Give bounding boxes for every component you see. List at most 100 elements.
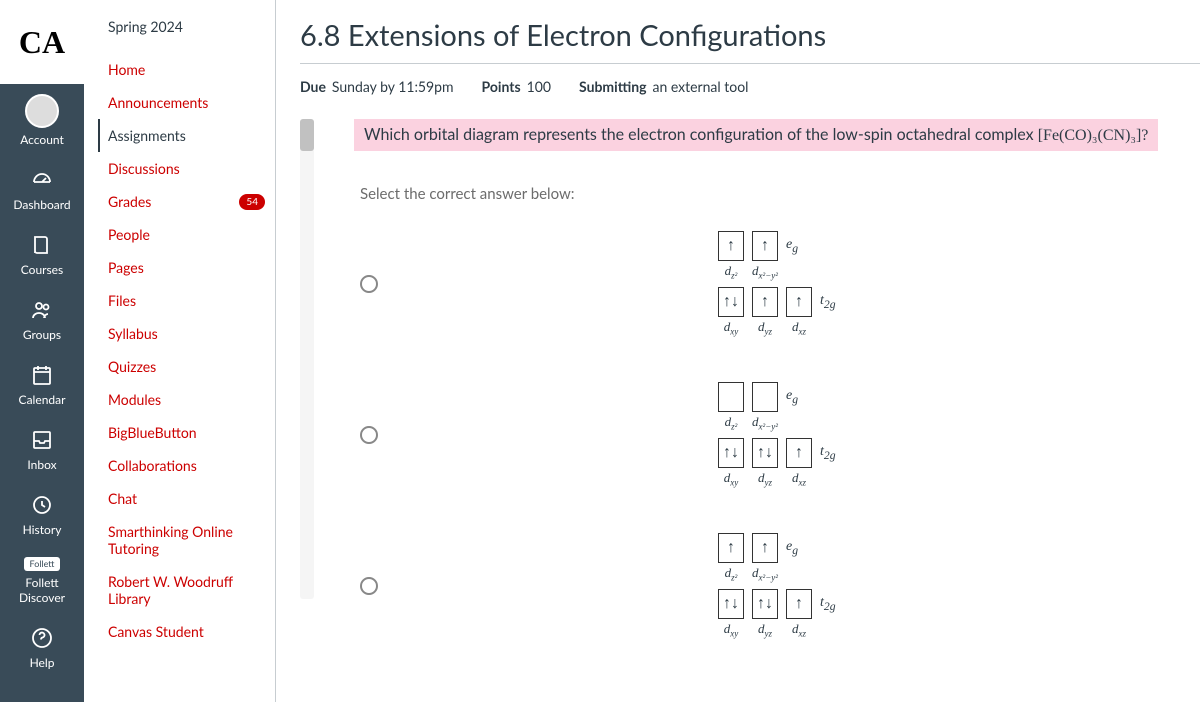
due-label: Due [300,78,326,95]
institution-logo[interactable]: CA [0,0,84,84]
orbital-box: ↑ [786,589,812,619]
eg-label: eg [786,388,798,406]
nav-help[interactable]: Help [0,615,84,680]
points-value: 100 [527,78,551,95]
nav-dashboard[interactable]: Dashboard [0,157,84,222]
nav-label: Calendar [19,392,66,407]
nav-label: Account [20,132,64,147]
nav-label: Help [30,655,55,670]
nav-groups[interactable]: Groups [0,287,84,352]
course-nav-pages[interactable]: Pages [108,251,275,284]
nav-label: Courses [21,262,63,277]
calendar-icon [29,362,55,388]
course-nav-bbb[interactable]: BigBlueButton [108,416,275,449]
orbital-label: dz² [725,414,738,432]
nav-calendar[interactable]: Calendar [0,352,84,417]
tool-scrollbar[interactable] [300,119,314,599]
orbital-label: dxz [792,319,806,337]
orbital-label: dyz [758,621,772,639]
orbital-box: ↑ [718,533,744,563]
radio-button[interactable] [360,577,378,595]
orbital-label: dxy [724,621,739,639]
course-nav-syllabus[interactable]: Syllabus [108,317,275,350]
course-nav-chat[interactable]: Chat [108,482,275,515]
orbital-box: ↑↓ [718,589,744,619]
points-label: Points [482,78,521,95]
course-nav-library[interactable]: Robert W. Woodruff Library [108,565,275,615]
answer-option[interactable]: dz² dx²−y² eg ↑↓ dxy ↑↓ dyz ↑ dxz t2g [360,382,1200,487]
orbital-box: ↑↓ [752,438,778,468]
course-nav-discussions[interactable]: Discussions [108,152,275,185]
t2g-label: t2g [820,444,836,462]
help-icon [29,625,55,651]
orbital-box: ↑↓ [752,589,778,619]
divider [300,63,1200,64]
t2g-label: t2g [820,595,836,613]
history-icon [29,492,55,518]
follett-icon: Follett [24,557,60,571]
term-title: Spring 2024 [108,18,275,35]
eg-label: eg [786,539,798,557]
orbital-box: ↑ [752,287,778,317]
eg-label: eg [786,237,798,255]
nav-history[interactable]: History [0,482,84,547]
orbital-box: ↑ [786,438,812,468]
orbital-box: ↑ [752,533,778,563]
course-nav-collaborations[interactable]: Collaborations [108,449,275,482]
content: 6.8 Extensions of Electron Configuration… [276,0,1200,702]
orbital-label: dxz [792,470,806,488]
orbital-box: ↑ [718,231,744,261]
nav-label: Groups [23,327,61,342]
orbital-box: ↑↓ [718,438,744,468]
inbox-icon [29,427,55,453]
orbital-box: ↑ [752,231,778,261]
nav-label: Dashboard [13,197,70,212]
orbital-label: dx²−y² [752,414,778,432]
orbital-box [752,382,778,412]
course-nav-assignments[interactable]: Assignments [98,119,275,152]
course-nav-quizzes[interactable]: Quizzes [108,350,275,383]
course-nav-grades[interactable]: Grades54 [108,185,275,218]
question-text: Which orbital diagram represents the ele… [354,119,1158,151]
nav-label: Inbox [27,457,56,472]
orbital-diagram: ↑dz²↑dx²−y²eg↑↓dxy↑dyz↑dxzt2g [718,231,836,336]
answer-option[interactable]: ↑dz²↑dx²−y²eg↑↓dxy↑dyz↑dxzt2g [360,231,1200,336]
course-nav-smarthinking[interactable]: Smarthinking Online Tutoring [108,515,275,565]
orbital-label: dz² [725,565,738,583]
course-nav-canvas-student[interactable]: Canvas Student [108,615,275,648]
course-nav: Spring 2024 Home Announcements Assignmen… [84,0,276,702]
orbital-label: dx²−y² [752,263,778,281]
nav-courses[interactable]: Courses [0,222,84,287]
question-prompt: Select the correct answer below: [360,185,1200,203]
submitting-label: Submitting [579,78,646,95]
groups-icon [29,297,55,323]
nav-follett[interactable]: Follett Follett Discover [0,547,84,615]
question-formula: [Fe(CO)₃(CN)₃]? [1038,127,1149,144]
radio-button[interactable] [360,275,378,293]
orbital-label: dxy [724,470,739,488]
course-nav-modules[interactable]: Modules [108,383,275,416]
orbital-diagram: dz² dx²−y² eg ↑↓ dxy ↑↓ dyz ↑ dxz t2g [718,382,836,487]
submitting-value: an external tool [653,78,749,95]
page-title: 6.8 Extensions of Electron Configuration… [300,18,1200,53]
course-nav-announcements[interactable]: Announcements [108,86,275,119]
orbital-label: dxz [792,621,806,639]
radio-button[interactable] [360,426,378,444]
t2g-label: t2g [820,293,836,311]
orbital-diagram: ↑dz²↑dx²−y²eg↑↓dxy↑↓dyz↑dxzt2g [718,533,836,638]
course-nav-people[interactable]: People [108,218,275,251]
answers-list: ↑ dz² ↑ dx²−y² eg ↑↓ dxy ↑ dyz ↑ dxz t2g dz² dx²−y² eg… [360,231,1200,639]
answer-option[interactable]: ↑dz²↑dx²−y²eg↑↓dxy↑↓dyz↑dxzt2g [360,533,1200,638]
orbital-label: dz² [725,263,738,281]
scrollbar-thumb[interactable] [300,119,314,151]
nav-inbox[interactable]: Inbox [0,417,84,482]
grades-badge: 54 [239,194,265,210]
question-prefix: Which orbital diagram represents the ele… [364,125,1038,144]
course-nav-home[interactable]: Home [108,53,275,86]
avatar-icon [25,94,59,128]
orbital-label: dyz [758,470,772,488]
course-nav-files[interactable]: Files [108,284,275,317]
nav-account[interactable]: Account [0,84,84,157]
dashboard-icon [29,167,55,193]
global-nav: CA Account Dashboard Courses Groups Cale… [0,0,84,702]
